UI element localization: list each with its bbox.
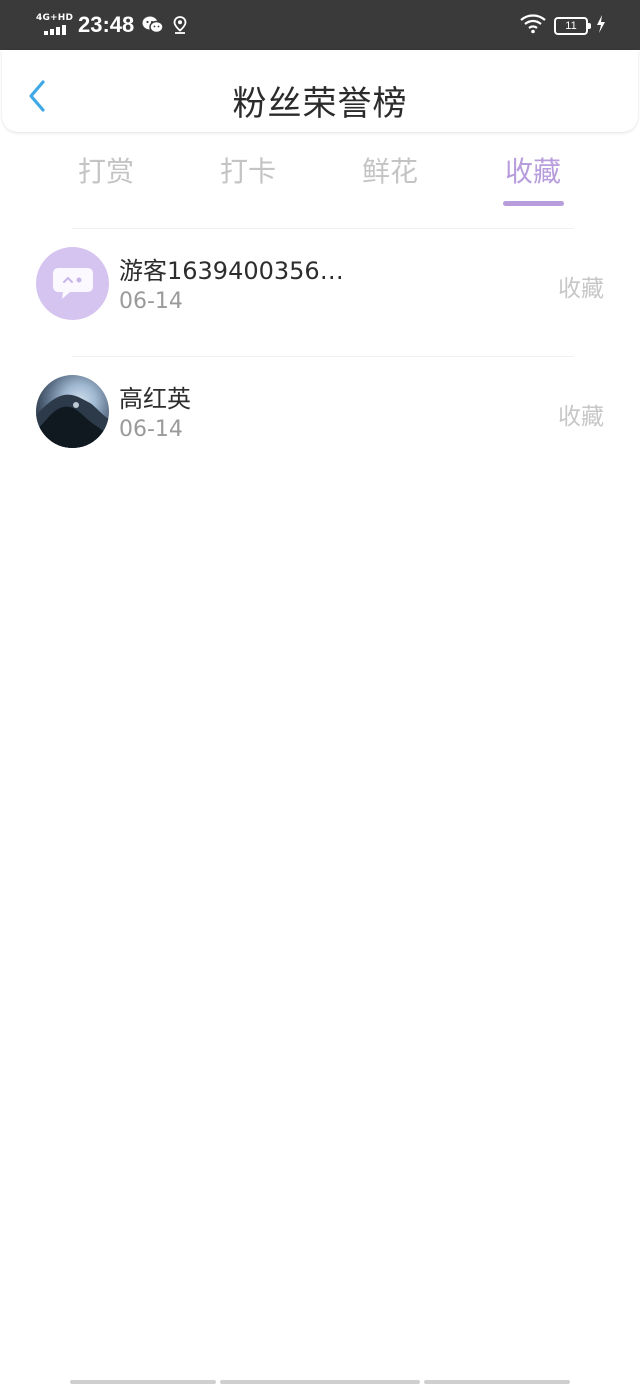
row-action-label: 收藏 (558, 404, 604, 430)
chat-bubble-icon (52, 267, 93, 299)
row-action-label: 收藏 (558, 276, 604, 302)
status-bar: 4G+HD 23:48 11 (0, 0, 640, 50)
status-left: 4G+HD 23:48 (36, 12, 188, 38)
wechat-icon (142, 15, 165, 35)
list-item[interactable]: 游客1639400356… 06-14 收藏 (0, 247, 640, 347)
location-icon (172, 15, 188, 35)
divider (72, 356, 574, 357)
avatar (36, 247, 109, 320)
row-date: 06-14 (119, 417, 183, 442)
network-type: 4G+HD (36, 13, 74, 23)
charging-icon (596, 15, 606, 37)
wifi-icon (520, 14, 546, 38)
tab-checkin[interactable]: 打卡 (198, 150, 298, 190)
page-title: 粉丝荣誉榜 (232, 84, 408, 124)
list-item[interactable]: 高红英 06-14 收藏 (0, 375, 640, 475)
tab-favorites[interactable]: 收藏 (483, 150, 583, 190)
landscape-photo (36, 394, 109, 448)
active-tab-indicator (503, 201, 564, 206)
user-name: 高红英 (119, 385, 191, 413)
row-date: 06-14 (119, 289, 183, 314)
nav-header: 粉丝荣誉榜 (2, 50, 638, 132)
signal-icon: 4G+HD (36, 13, 74, 37)
tab-reward[interactable]: 打赏 (56, 150, 156, 190)
divider (72, 228, 574, 229)
avatar (36, 375, 109, 448)
user-name: 游客1639400356… (119, 257, 344, 285)
status-time: 23:48 (78, 12, 135, 37)
battery-icon: 11 (554, 17, 591, 35)
bottom-nav-indicator (70, 1380, 570, 1385)
tab-flowers[interactable]: 鲜花 (340, 150, 440, 190)
status-right: 11 (520, 14, 606, 38)
